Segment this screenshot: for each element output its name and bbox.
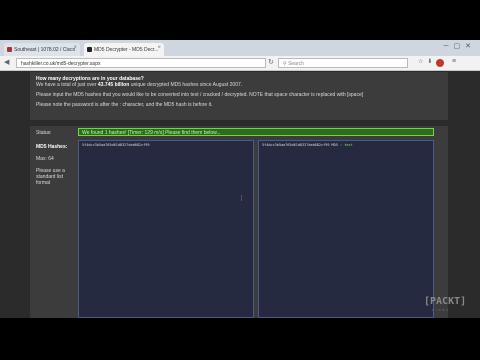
video-letterbox-top (0, 0, 480, 40)
window-controls[interactable]: ─▢✕ (444, 42, 476, 50)
status-message: We found 1 hashes! [Timer: 129 m/s] Plea… (78, 128, 434, 136)
url-bar[interactable]: hashkiller.co.uk/md5-decrypter.aspx (16, 58, 266, 68)
info-instructions: Please input the MD5 hashes that you wou… (36, 92, 364, 98)
close-tab-icon[interactable]: × (157, 45, 161, 51)
output-result-line: 5f4dcc3b5aa765d61d8327deb882cf99 MD5 : t… (262, 143, 353, 147)
search-placeholder: Search (288, 61, 304, 67)
results-textarea[interactable]: 5f4dcc3b5aa765d61d8327deb882cf99 MD5 : t… (258, 140, 434, 318)
menu-icon[interactable]: ≡ (452, 58, 456, 65)
status-label: Status: (36, 130, 52, 136)
hashes-heading: MD5 Hashes: (36, 144, 68, 150)
tab-strip: Southeast | 1078.02 / Cisco × MD5 Decryp… (0, 40, 480, 56)
tab-label: MD5 Decrypter - MD5 Decr... (94, 46, 159, 53)
packt-logo-subtitle: video (432, 308, 451, 312)
tab-favicon-icon (87, 47, 92, 52)
toolbar-icons[interactable]: ☆⬇ (418, 58, 436, 65)
info-note: Please note the password is after the : … (36, 102, 213, 108)
tab-favicon-icon (7, 47, 12, 52)
max-label: Max: 64 (36, 156, 54, 162)
info-total: We have a total of just over 43.745 bill… (36, 82, 243, 88)
close-tab-icon[interactable]: × (73, 45, 77, 51)
browser-toolbar: ◀ hashkiller.co.uk/md5-decrypter.aspx ↻ … (0, 56, 480, 71)
format-hint: Please use a standard list format (36, 168, 65, 186)
tab-label: Southeast | 1078.02 / Cisco (14, 46, 76, 53)
info-box: How many decryptions are in your databas… (30, 72, 448, 120)
video-letterbox-bottom (0, 318, 480, 360)
total-count: 43.745 billion (97, 82, 130, 88)
refresh-icon[interactable]: ↻ (268, 58, 274, 66)
browser-window: Southeast | 1078.02 / Cisco × MD5 Decryp… (0, 40, 480, 318)
tab-southeast[interactable]: Southeast | 1078.02 / Cisco × (4, 43, 80, 56)
decrypted-password: test (344, 143, 353, 147)
adblock-icon[interactable] (436, 59, 444, 67)
search-input[interactable]: ⚲ Search (278, 58, 408, 68)
hash-input-sidebar: MD5 Hashes: Max: 64 Please use a standar… (36, 144, 74, 186)
back-arrow-icon[interactable]: ◀ (4, 58, 9, 66)
packt-logo: [PACKT] (424, 296, 467, 307)
input-hash-line: 5f4dcc3b5aa765d61d8327deb882cf99 (82, 143, 150, 147)
decrypter-panel: Status: We found 1 hashes! [Timer: 129 m… (30, 126, 448, 318)
tab-md5-decrypter[interactable]: MD5 Decrypter - MD5 Decr... × (84, 43, 164, 56)
text-cursor (241, 195, 242, 201)
hash-input-textarea[interactable]: 5f4dcc3b5aa765d61d8327deb882cf99 (78, 140, 254, 318)
